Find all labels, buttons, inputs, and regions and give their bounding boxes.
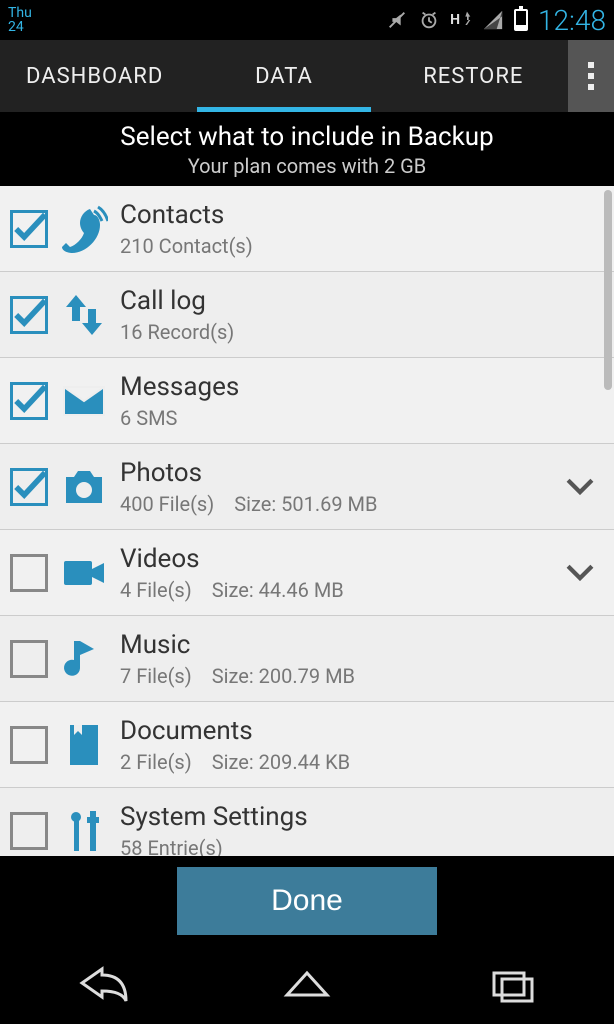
header-title: Select what to include in Backup bbox=[0, 122, 614, 152]
item-sub1: 210 Contact(s) bbox=[120, 234, 253, 258]
item-title: Call log bbox=[120, 286, 560, 316]
tools-icon bbox=[54, 807, 114, 855]
scrollbar[interactable] bbox=[604, 190, 612, 390]
item-sub1: 4 File(s) bbox=[120, 578, 192, 602]
video-icon bbox=[54, 549, 114, 597]
item-text: Videos 4 File(s) Size: 44.46 MB bbox=[114, 544, 560, 602]
item-sub1: 400 File(s) bbox=[120, 492, 214, 516]
tab-data[interactable]: DATA bbox=[189, 40, 378, 112]
chevron-down-icon bbox=[563, 470, 597, 504]
footer-bar: Done bbox=[0, 856, 614, 946]
checkbox[interactable] bbox=[10, 812, 48, 850]
item-title: Videos bbox=[120, 544, 560, 574]
checkbox[interactable] bbox=[10, 382, 48, 420]
tab-restore[interactable]: RESTORE bbox=[379, 40, 568, 112]
header-subtitle: Your plan comes with 2 GB bbox=[0, 154, 614, 178]
phone-icon bbox=[54, 205, 114, 253]
item-text: Messages 6 SMS bbox=[114, 372, 560, 430]
item-text: Photos 400 File(s) Size: 501.69 MB bbox=[114, 458, 560, 516]
item-title: Documents bbox=[120, 716, 560, 746]
back-button[interactable] bbox=[72, 961, 132, 1009]
camera-icon bbox=[54, 463, 114, 511]
item-text: Contacts 210 Contact(s) bbox=[114, 200, 560, 258]
signal-icon bbox=[482, 9, 504, 31]
list-item[interactable]: Call log 16 Record(s) bbox=[0, 272, 614, 358]
item-text: Music 7 File(s) Size: 200.79 MB bbox=[114, 630, 560, 688]
recent-apps-button[interactable] bbox=[482, 961, 542, 1009]
item-title: Music bbox=[120, 630, 560, 660]
home-button[interactable] bbox=[277, 961, 337, 1009]
checkbox[interactable] bbox=[10, 726, 48, 764]
item-text: Call log 16 Record(s) bbox=[114, 286, 560, 344]
item-sub2: Size: 209.44 KB bbox=[212, 750, 350, 774]
list-item[interactable]: System Settings 58 Entrie(s) bbox=[0, 788, 614, 856]
tab-bar: DASHBOARD DATA RESTORE bbox=[0, 40, 614, 112]
item-sub1: 2 File(s) bbox=[120, 750, 192, 774]
checkbox[interactable] bbox=[10, 554, 48, 592]
status-date: Thu 24 bbox=[8, 6, 32, 34]
list-item[interactable]: Videos 4 File(s) Size: 44.46 MB bbox=[0, 530, 614, 616]
item-sub1: 16 Record(s) bbox=[120, 320, 234, 344]
item-title: Messages bbox=[120, 372, 560, 402]
list-item[interactable]: Music 7 File(s) Size: 200.79 MB bbox=[0, 616, 614, 702]
list-item[interactable]: Messages 6 SMS bbox=[0, 358, 614, 444]
doc-icon bbox=[54, 721, 114, 769]
list-item[interactable]: Contacts 210 Contact(s) bbox=[0, 186, 614, 272]
item-sub2: Size: 44.46 MB bbox=[212, 578, 344, 602]
expand-button[interactable] bbox=[560, 470, 600, 504]
status-time: 12:48 bbox=[538, 4, 606, 37]
check-icon bbox=[13, 209, 45, 249]
checkbox[interactable] bbox=[10, 210, 48, 248]
arrows-icon bbox=[54, 291, 114, 339]
section-header: Select what to include in Backup Your pl… bbox=[0, 112, 614, 186]
item-title: System Settings bbox=[120, 802, 560, 832]
item-sub1: 7 File(s) bbox=[120, 664, 192, 688]
list-item[interactable]: Photos 400 File(s) Size: 501.69 MB bbox=[0, 444, 614, 530]
item-text: Documents 2 File(s) Size: 209.44 KB bbox=[114, 716, 560, 774]
chevron-down-icon bbox=[563, 556, 597, 590]
alarm-icon bbox=[418, 9, 440, 31]
item-sub2: Size: 501.69 MB bbox=[234, 492, 377, 516]
list-item[interactable]: Documents 2 File(s) Size: 209.44 KB bbox=[0, 702, 614, 788]
checkbox[interactable] bbox=[10, 640, 48, 678]
checkbox[interactable] bbox=[10, 468, 48, 506]
check-icon bbox=[13, 467, 45, 507]
checkbox[interactable] bbox=[10, 296, 48, 334]
mute-icon bbox=[386, 9, 408, 31]
status-date-num: 24 bbox=[8, 20, 32, 34]
check-icon bbox=[13, 381, 45, 421]
done-button[interactable]: Done bbox=[177, 867, 437, 935]
mail-icon bbox=[54, 377, 114, 425]
status-day: Thu bbox=[8, 6, 32, 20]
item-sub1: 58 Entrie(s) bbox=[120, 836, 223, 857]
overflow-icon bbox=[588, 62, 594, 90]
network-indicator: H bbox=[450, 11, 472, 29]
item-text: System Settings 58 Entrie(s) bbox=[114, 802, 560, 857]
item-sub2: Size: 200.79 MB bbox=[212, 664, 355, 688]
music-icon bbox=[54, 635, 114, 683]
item-title: Contacts bbox=[120, 200, 560, 230]
battery-icon bbox=[514, 9, 528, 31]
item-sub1: 6 SMS bbox=[120, 406, 177, 430]
system-nav-bar bbox=[0, 946, 614, 1024]
item-title: Photos bbox=[120, 458, 560, 488]
check-icon bbox=[13, 295, 45, 335]
tab-dashboard[interactable]: DASHBOARD bbox=[0, 40, 189, 112]
expand-button[interactable] bbox=[560, 556, 600, 590]
backup-list[interactable]: Contacts 210 Contact(s) Call log 16 Reco… bbox=[0, 186, 614, 856]
overflow-menu-button[interactable] bbox=[568, 40, 614, 112]
status-bar: Thu 24 H 12:48 bbox=[0, 0, 614, 40]
